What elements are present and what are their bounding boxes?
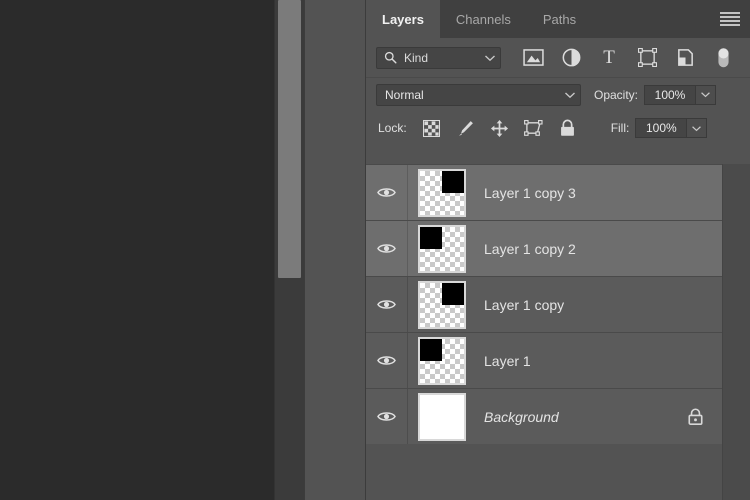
layer-visibility-toggle[interactable] — [366, 277, 408, 332]
layer-visibility-toggle[interactable] — [366, 333, 408, 388]
layers-panel: Layers Channels Paths Kind T Normal Opac… — [366, 0, 750, 500]
opacity-input[interactable]: 100% — [644, 84, 697, 105]
filter-smart-object-icon[interactable] — [666, 43, 704, 73]
layer-list-scrollbar-gutter[interactable] — [722, 164, 750, 500]
table-row[interactable]: Layer 1 copy — [366, 277, 722, 333]
filter-type-layers-icon[interactable]: T — [590, 43, 628, 73]
document-canvas[interactable] — [0, 0, 274, 500]
layer-name[interactable]: Layer 1 — [484, 353, 531, 369]
layer-list: Layer 1 copy 3 Layer 1 copy 2 Layer 1 co… — [366, 164, 722, 445]
hamburger-menu-icon[interactable] — [720, 12, 740, 26]
opacity-chevron-down-icon[interactable] — [696, 84, 717, 105]
lock-label: Lock: — [378, 121, 407, 135]
search-icon — [384, 51, 397, 64]
fill-label: Fill: — [610, 121, 630, 135]
panel-tab-bar: Layers Channels Paths — [366, 0, 750, 38]
filter-enable-toggle[interactable] — [704, 43, 742, 73]
tab-channels-label: Channels — [455, 11, 511, 27]
lock-row: Lock: Fill: 100% — [366, 111, 750, 145]
lock-transparent-pixels-icon[interactable] — [415, 115, 449, 141]
layer-name[interactable]: Background — [484, 409, 559, 425]
layers-panel-empty-area — [366, 444, 722, 500]
blend-mode-row: Normal Opacity: 100% — [366, 78, 750, 111]
lock-all-icon[interactable] — [551, 115, 585, 141]
layer-thumbnail[interactable] — [418, 336, 466, 385]
layer-visibility-toggle[interactable] — [366, 165, 408, 220]
chevron-down-icon[interactable] — [564, 91, 576, 99]
eye-icon — [377, 244, 396, 253]
table-row[interactable]: Layer 1 — [366, 333, 722, 389]
document-vertical-scrollbar-track[interactable] — [274, 0, 304, 500]
layer-thumbnail[interactable] — [418, 168, 466, 217]
filter-type-icons: T — [514, 43, 742, 73]
eye-icon — [377, 188, 396, 197]
layer-name[interactable]: Layer 1 copy 3 — [484, 185, 576, 201]
lock-position-icon[interactable] — [483, 115, 517, 141]
layer-visibility-toggle[interactable] — [366, 221, 408, 276]
eye-icon — [377, 300, 396, 309]
fill-value: 100% — [646, 121, 677, 135]
tab-paths[interactable]: Paths — [526, 0, 593, 38]
blend-mode-value: Normal — [385, 87, 424, 102]
opacity-label: Opacity: — [594, 87, 639, 102]
layer-filter-row: Kind T — [366, 38, 750, 78]
fill-input[interactable]: 100% — [635, 118, 688, 138]
filter-pixel-layers-icon[interactable] — [514, 43, 552, 73]
layer-name[interactable]: Layer 1 copy 2 — [484, 241, 576, 257]
chevron-down-icon[interactable] — [484, 54, 496, 62]
table-row[interactable]: Layer 1 copy 3 — [366, 165, 722, 221]
opacity-value: 100% — [654, 87, 686, 102]
tab-paths-label: Paths — [542, 11, 577, 27]
document-vertical-scrollbar-thumb[interactable] — [278, 0, 301, 278]
fill-chevron-down-icon[interactable] — [687, 118, 708, 138]
table-row[interactable]: Layer 1 copy 2 — [366, 221, 722, 277]
table-row[interactable]: Background — [366, 389, 722, 445]
layer-thumbnail[interactable] — [418, 224, 466, 273]
tab-channels[interactable]: Channels — [439, 0, 527, 38]
tab-layers-label: Layers — [382, 11, 424, 27]
panel-dock-gutter — [304, 0, 366, 500]
filter-kind-label: Kind — [404, 50, 429, 65]
blend-mode-select[interactable]: Normal — [376, 83, 581, 106]
filter-kind-select[interactable]: Kind — [376, 46, 501, 69]
lock-image-pixels-icon[interactable] — [449, 115, 483, 141]
tab-layers[interactable]: Layers — [366, 0, 440, 38]
layer-thumbnail[interactable] — [418, 392, 466, 441]
filter-shape-layers-icon[interactable] — [628, 43, 666, 73]
lock-artboard-nesting-icon[interactable] — [517, 115, 551, 141]
layer-thumbnail[interactable] — [418, 280, 466, 329]
layer-locked-icon[interactable] — [687, 407, 704, 426]
photoshop-window: Layers Channels Paths Kind T Normal Opac… — [0, 0, 750, 500]
eye-icon — [377, 356, 396, 365]
eye-icon — [377, 412, 396, 421]
lock-icon-group — [415, 115, 585, 141]
layer-visibility-toggle[interactable] — [366, 389, 408, 444]
filter-adjustment-layers-icon[interactable] — [552, 43, 590, 73]
layer-name[interactable]: Layer 1 copy — [484, 297, 564, 313]
